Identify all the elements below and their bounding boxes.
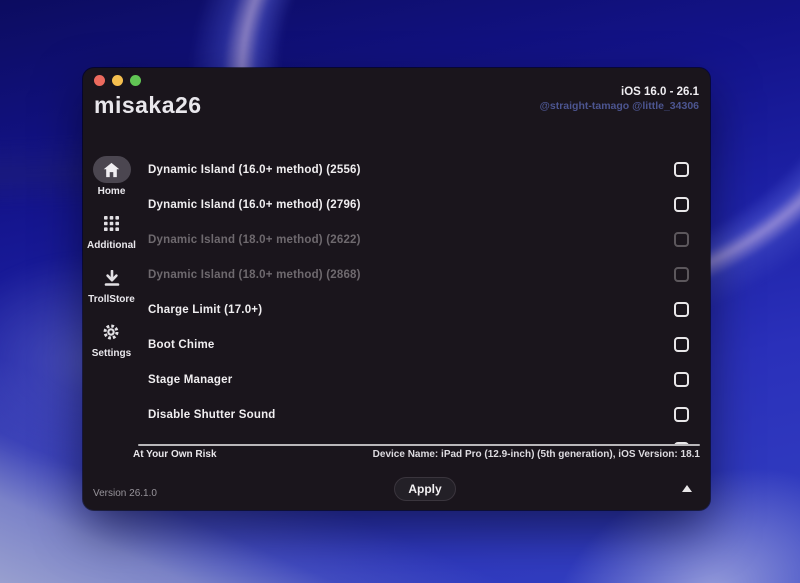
checkbox — [674, 232, 689, 247]
sidebar-label-trollstore: TrollStore — [88, 294, 135, 305]
tweak-label: Stage Manager — [148, 374, 232, 386]
tweak-row-dynamic-island-2796[interactable]: Dynamic Island (16.0+ method) (2796) — [140, 187, 710, 222]
tweak-row-disable-shutter-sound[interactable]: Disable Shutter Sound — [140, 397, 710, 432]
grid-icon — [92, 210, 130, 237]
tweak-row-dynamic-island-2868: Dynamic Island (18.0+ method) (2868) — [140, 257, 710, 292]
footer-divider — [138, 444, 700, 446]
credits-handles: @straight-tamago @little_34306 — [540, 100, 699, 112]
tweak-row-boot-chime[interactable]: Boot Chime — [140, 327, 710, 362]
checkbox[interactable] — [674, 337, 689, 352]
device-info: Device Name: iPad Pro (12.9-inch) (5th g… — [373, 449, 700, 460]
close-button[interactable] — [94, 75, 105, 86]
sidebar: Home Additional — [83, 156, 140, 359]
sidebar-item-home[interactable]: Home — [93, 156, 131, 197]
ios-version-range: iOS 16.0 - 26.1 — [540, 86, 699, 98]
tweak-label: Dynamic Island (18.0+ method) (2868) — [148, 269, 361, 281]
sidebar-label-settings: Settings — [92, 348, 131, 359]
tweak-label: Dynamic Island (16.0+ method) (2796) — [148, 199, 361, 211]
checkbox[interactable] — [674, 197, 689, 212]
tweak-label: Charge Limit (17.0+) — [148, 304, 262, 316]
tweak-label: Boot Chime — [148, 339, 215, 351]
download-icon — [93, 264, 131, 291]
checkbox[interactable] — [674, 372, 689, 387]
sidebar-item-settings[interactable]: Settings — [92, 318, 131, 359]
minimize-button[interactable] — [112, 75, 123, 86]
sidebar-label-additional: Additional — [87, 240, 136, 251]
sidebar-label-home: Home — [98, 186, 126, 197]
app-window: misaka26 iOS 16.0 - 26.1 @straight-tamag… — [83, 68, 710, 510]
checkbox — [674, 267, 689, 282]
header-right: iOS 16.0 - 26.1 @straight-tamago @little… — [540, 86, 699, 112]
home-icon — [93, 156, 131, 183]
tweak-label: Dynamic Island (18.0+ method) (2622) — [148, 234, 361, 246]
chevron-up-icon[interactable] — [682, 485, 692, 492]
version-label: Version 26.1.0 — [93, 488, 157, 499]
tweak-label: Dynamic Island (16.0+ method) (2556) — [148, 164, 361, 176]
tweak-row-stage-manager[interactable]: Stage Manager — [140, 362, 710, 397]
tweak-row-dynamic-island-2622: Dynamic Island (18.0+ method) (2622) — [140, 222, 710, 257]
sidebar-item-trollstore[interactable]: TrollStore — [88, 264, 135, 305]
app-title: misaka26 — [94, 92, 202, 119]
window-controls — [94, 75, 141, 86]
footer-info-row: At Your Own Risk Device Name: iPad Pro (… — [133, 449, 700, 460]
checkbox[interactable] — [674, 302, 689, 317]
gear-icon — [92, 318, 130, 345]
zoom-button[interactable] — [130, 75, 141, 86]
checkbox[interactable] — [674, 162, 689, 177]
tweak-label: Disable Shutter Sound — [148, 409, 276, 421]
sidebar-item-additional[interactable]: Additional — [87, 210, 136, 251]
tweak-row-always-on-display[interactable]: Always-on Display (18.0+) — [140, 432, 710, 444]
tweak-list: Dynamic Island (16.0+ method) (2556) Dyn… — [140, 152, 710, 444]
tweak-row-dynamic-island-2556[interactable]: Dynamic Island (16.0+ method) (2556) — [140, 152, 710, 187]
apply-button[interactable]: Apply — [394, 477, 456, 501]
checkbox[interactable] — [674, 407, 689, 422]
risk-note: At Your Own Risk — [133, 449, 217, 460]
tweak-row-charge-limit[interactable]: Charge Limit (17.0+) — [140, 292, 710, 327]
